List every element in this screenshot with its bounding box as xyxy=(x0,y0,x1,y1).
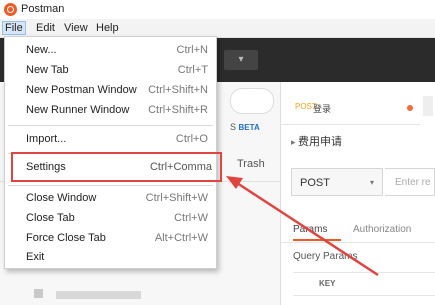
menu-separator xyxy=(8,125,213,126)
toolbar-dropdown-icon: ▾ xyxy=(238,54,244,65)
request-tab[interactable]: POST 登录 xyxy=(281,92,420,125)
toolbar-dropdown-button[interactable]: ▾ xyxy=(224,50,258,70)
url-placeholder: Enter re xyxy=(395,177,431,188)
method-value: POST xyxy=(300,177,330,189)
menu-file[interactable]: File xyxy=(2,21,26,35)
sidebar-search-input[interactable] xyxy=(230,88,274,114)
menu-item-import[interactable]: Import... Ctrl+O xyxy=(5,130,216,149)
menu-view[interactable]: View xyxy=(64,22,88,34)
request-pane: POST 登录 费用申请 POST ▾ Enter re Params Auth… xyxy=(281,82,435,305)
title-bar: Postman xyxy=(0,0,435,19)
chevron-down-icon: ▾ xyxy=(370,178,375,187)
menu-item-settings[interactable]: Settings Ctrl+Comma xyxy=(11,152,222,182)
tab-apis[interactable]: S BETA xyxy=(230,122,260,132)
params-table-header: KEY xyxy=(293,272,435,296)
tabs-divider xyxy=(281,242,435,243)
menu-item-force-close-tab[interactable]: Force Close Tab Alt+Ctrl+W xyxy=(5,229,216,248)
method-select[interactable]: POST ▾ xyxy=(291,168,383,196)
menu-item-new-runner-window[interactable]: New Runner Window Ctrl+Shift+R xyxy=(5,101,216,120)
menu-item-new-tab[interactable]: New Tab Ctrl+T xyxy=(5,61,216,80)
tab-params[interactable]: Params xyxy=(293,224,327,235)
menu-item-close-tab[interactable]: Close Tab Ctrl+W xyxy=(5,209,216,228)
settings-label: Settings xyxy=(26,161,66,173)
menu-edit[interactable]: Edit xyxy=(36,22,55,34)
query-params-label: Query Params xyxy=(293,251,358,262)
unsaved-dot-icon xyxy=(407,105,413,111)
url-input[interactable]: Enter re xyxy=(385,168,435,196)
collection-item-blurred[interactable] xyxy=(56,291,141,299)
beta-badge: BETA xyxy=(238,123,260,132)
collection-folder-icon xyxy=(34,289,43,298)
app-title: Postman xyxy=(21,3,65,15)
menu-separator xyxy=(8,185,213,186)
next-tab[interactable] xyxy=(423,96,433,116)
tab-authorization[interactable]: Authorization xyxy=(353,224,411,235)
key-column-header: KEY xyxy=(319,279,336,288)
menu-item-close-window[interactable]: Close Window Ctrl+Shift+W xyxy=(5,189,216,208)
postman-logo-icon xyxy=(4,3,17,16)
menu-item-new[interactable]: New... Ctrl+N xyxy=(5,41,216,60)
menu-help[interactable]: Help xyxy=(96,22,119,34)
request-title[interactable]: 费用申请 xyxy=(291,133,342,149)
request-tab-name: 登录 xyxy=(313,104,332,114)
menu-item-new-postman-window[interactable]: New Postman Window Ctrl+Shift+N xyxy=(5,81,216,100)
tab-trash[interactable]: Trash xyxy=(237,158,265,170)
menu-item-exit[interactable]: Exit xyxy=(5,248,216,267)
settings-shortcut: Ctrl+Comma xyxy=(149,161,212,173)
active-tab-indicator xyxy=(293,239,341,241)
